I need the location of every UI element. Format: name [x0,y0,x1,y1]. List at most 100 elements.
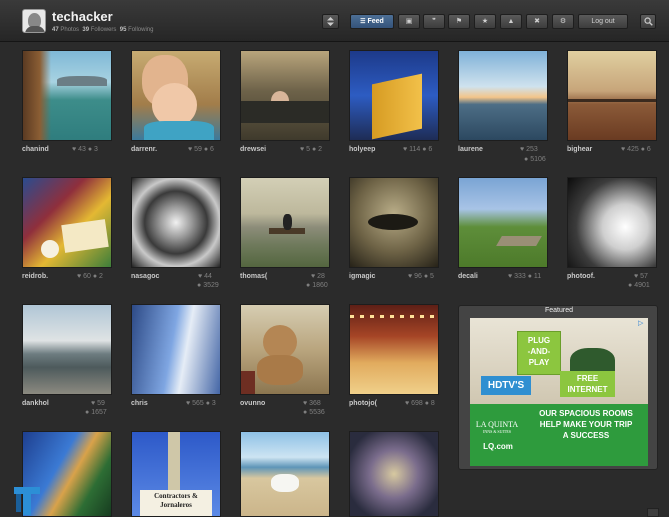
adchoices-icon[interactable]: ▷ [638,319,647,328]
photo-stats: ♥ 59 ● 6 [188,146,214,153]
photo-stats: ♥ 43 ● 3 [72,146,98,153]
photo-tile[interactable] [349,177,439,268]
followers-count: 39 [82,27,90,33]
photo-username[interactable]: ovunno [240,400,265,407]
likes-count: 565 [192,400,204,407]
photo-tile[interactable]: Contractors & Jornaleros [131,431,221,517]
ad-internet: INTERNET [567,385,608,394]
sort-button[interactable] [322,14,339,29]
avatar[interactable] [22,9,46,33]
comments-count: 4901 [634,282,650,289]
photo-stats: ♥ 59 [91,400,105,407]
comments-count: 2 [318,146,323,153]
ad-free: FREE [576,374,599,383]
ad-headline: OUR SPACIOUS ROOMS HELP MAKE YOUR TRIP A… [524,408,648,441]
photo-username[interactable]: darrenr. [131,146,157,153]
photo-tile[interactable] [349,50,439,141]
followers-label[interactable]: Followers [91,27,117,33]
photo-stats-comments: ● 5536 [303,409,325,416]
photo-username[interactable]: decali [458,273,478,280]
photo-tile[interactable] [567,50,657,141]
photo-tile[interactable] [240,50,330,141]
photos-label[interactable]: Photos [60,27,79,33]
likes-button[interactable]: ★ [474,14,496,29]
gear-icon: ⚙ [559,18,567,25]
comments-count: 1657 [91,409,107,416]
photo-tile[interactable] [22,304,112,395]
photo-username[interactable]: nasagoc [131,273,159,280]
photo-tile[interactable] [349,431,439,517]
photo-username[interactable]: laurene [458,146,483,153]
photo-tile[interactable] [240,304,330,395]
app-logo[interactable] [12,485,42,515]
username[interactable]: techacker [52,9,113,24]
comments-count: 6 [428,146,433,153]
photo-username[interactable]: dankhol [22,400,49,407]
comments-count: 6 [210,146,214,153]
graph-button[interactable]: ▲ [500,14,522,29]
photo-tile[interactable] [22,177,112,268]
following-label[interactable]: Following [128,27,153,33]
photo-username[interactable]: chris [131,400,148,407]
likes-count: 60 [83,273,91,280]
comments-count: 3 [94,146,98,153]
popular-button[interactable]: ▣ [398,14,420,29]
settings-button[interactable]: ⚙ [552,14,574,29]
photo-tile[interactable] [131,50,221,141]
sign-line2: Jornaleros [160,501,192,509]
photo-stats-comments: ● 1657 [85,409,107,416]
likes-count: 59 [97,400,105,407]
featured-panel: Featured PLUG -AND- PLAY HDTV'S FREE INT… [458,305,658,470]
photo-tile[interactable] [22,50,112,141]
photo-tile[interactable] [458,50,548,141]
grid-icon: ▣ [405,18,413,25]
featured-ad[interactable]: PLUG -AND- PLAY HDTV'S FREE INTERNET OUR… [470,318,648,466]
photo-username[interactable]: reidrob. [22,273,48,280]
photo-tile[interactable] [458,177,548,268]
photo-username[interactable]: photoof. [567,273,595,280]
sign-line1: Contractors & [154,492,198,500]
photo-tile[interactable] [240,431,330,517]
quote-icon: ❞ [432,18,436,25]
comments-count: 6 [646,146,651,153]
photo-tile[interactable] [131,177,221,268]
photo-stats: ♥ 5 ● 2 [300,146,323,153]
photo-username[interactable]: bighear [567,146,592,153]
pin-icon: ⚑ [455,18,463,25]
photo-tile[interactable] [349,304,439,395]
photo-stats-comments: ● 4901 [628,282,650,289]
photo-username[interactable]: drewsei [240,146,266,153]
likes-count: 43 [78,146,86,153]
comments-count: 1860 [312,282,328,289]
likes-count: 57 [640,273,648,280]
photo-stats-comments: ● 5106 [524,156,546,163]
photo-username[interactable]: thomas( [240,273,267,280]
photo-tile[interactable] [567,177,657,268]
tools-button[interactable]: ✖ [526,14,548,29]
ad-brand-sub: INNS & SUITES [482,429,511,434]
photo-stats: ♥ 44 [198,273,212,280]
logout-button[interactable]: Log out [578,14,628,29]
photo-username[interactable]: photojo( [349,400,377,407]
feed-icon: ☰ [360,19,366,25]
photo-stats: ♥ 698 ● 8 [405,400,435,407]
top-bar: techacker 47 Photos 39 Followers 95 Foll… [0,0,669,42]
comments-button[interactable]: ❞ [423,14,445,29]
ad-plug: PLUG [527,336,551,345]
comments-count: 5106 [530,156,546,163]
scrollbar-grip[interactable] [647,508,659,517]
photo-username[interactable]: igmagic [349,273,375,280]
feed-button[interactable]: ☰ Feed [350,14,394,29]
photo-stats: ♥ 60 ● 2 [77,273,103,280]
comments-count: 5536 [309,409,325,416]
comments-count: 3 [211,400,216,407]
search-button[interactable] [640,14,656,29]
likes-count: 425 [627,146,639,153]
photo-tile[interactable] [240,177,330,268]
photo-tile[interactable] [131,304,221,395]
photo-username[interactable]: holyeep [349,146,375,153]
comments-count: 3529 [203,282,219,289]
map-button[interactable]: ⚑ [448,14,470,29]
photo-username[interactable]: chanind [22,146,49,153]
ad-url[interactable]: LQ.com [478,442,518,451]
